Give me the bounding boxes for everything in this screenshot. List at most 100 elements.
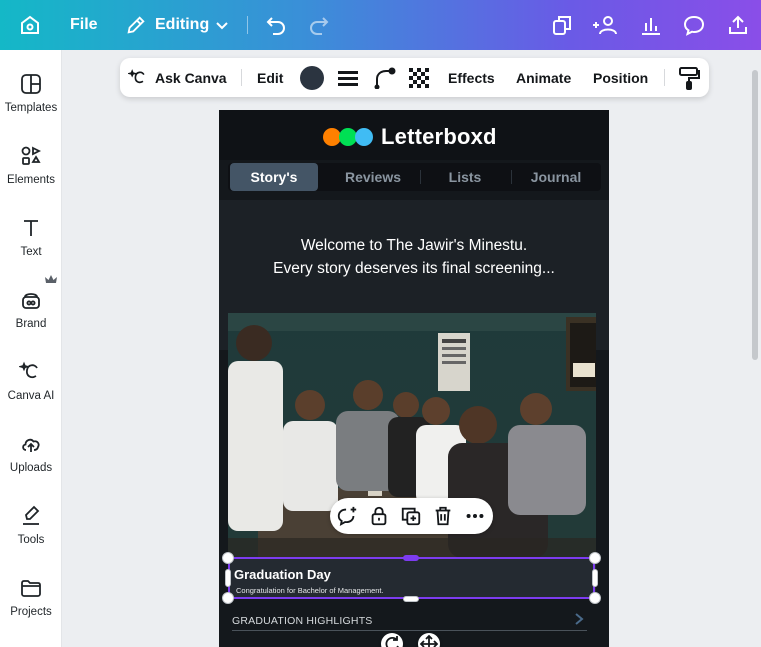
app-header: Letterboxd: [219, 110, 609, 160]
insights-button[interactable]: [639, 0, 663, 50]
welcome-line-2: Every story deserves its final screening…: [273, 260, 555, 277]
brand-name: Letterboxd: [381, 124, 497, 149]
bar-chart-icon: [642, 18, 660, 35]
move-button[interactable]: [418, 633, 440, 647]
resize-handle-bottom[interactable]: [403, 596, 419, 602]
add-comment-icon[interactable]: [336, 505, 358, 527]
text-icon: [24, 220, 38, 236]
lock-icon[interactable]: [368, 505, 390, 527]
effects-button[interactable]: Effects: [448, 58, 495, 97]
sidebar-item-label: Canva AI: [7, 390, 55, 402]
comments-button[interactable]: [682, 0, 706, 50]
canva-ai-icon: [19, 361, 38, 379]
cloud-upload-icon: [22, 438, 40, 452]
move-icon: [419, 634, 439, 647]
curve-icon: [374, 67, 396, 89]
copy-pages-icon: [553, 16, 571, 35]
resize-handle-right[interactable]: [592, 569, 598, 587]
share-button[interactable]: [726, 0, 750, 50]
border-weight-button[interactable]: [338, 58, 358, 97]
resize-handle-left[interactable]: [225, 569, 231, 587]
redo-icon: [310, 17, 329, 35]
trash-icon[interactable]: [432, 505, 454, 527]
home-icon: [21, 15, 39, 34]
chevron-down-icon: [216, 22, 228, 30]
chevron-right-icon[interactable]: [573, 612, 585, 626]
welcome-text: Welcome to The Jawir's Minestu. Every st…: [219, 234, 609, 280]
sidebar: Templates Elements Text Brand Canva AI U…: [0, 50, 62, 647]
sidebar-item-uploads[interactable]: Uploads: [0, 426, 62, 488]
tab-storys[interactable]: Story's: [230, 163, 318, 191]
edit-button[interactable]: Edit: [257, 58, 283, 97]
tab-lists[interactable]: Lists: [420, 163, 510, 191]
duplicate-icon[interactable]: [400, 505, 422, 527]
comment-icon: [683, 15, 705, 36]
add-people-button[interactable]: [592, 0, 620, 50]
position-button[interactable]: Position: [593, 58, 648, 97]
divider: [247, 16, 248, 34]
resize-handle-top-left[interactable]: [222, 552, 234, 564]
transparency-button[interactable]: [409, 58, 429, 97]
letterboxd-logo: Letterboxd: [323, 124, 497, 150]
sidebar-item-label: Tools: [17, 534, 45, 546]
corner-rounding-button[interactable]: [374, 58, 396, 97]
resize-handle-bottom-right[interactable]: [589, 592, 601, 604]
draw-tool-icon: [23, 505, 40, 525]
highlights-heading: GRADUATION HIGHLIGHTS: [232, 615, 373, 627]
text-color-button[interactable]: [300, 58, 324, 97]
sidebar-item-tools[interactable]: Tools: [0, 498, 62, 560]
home-button[interactable]: [18, 0, 42, 50]
top-bar: File Editing: [0, 0, 761, 50]
pencil-icon: [127, 16, 145, 34]
sidebar-item-canva-ai[interactable]: Canva AI: [0, 354, 62, 416]
folder-icon: [21, 580, 41, 597]
resize-handle-bottom-left[interactable]: [222, 592, 234, 604]
sidebar-item-text[interactable]: Text: [0, 210, 62, 272]
sidebar-item-templates[interactable]: Templates: [0, 66, 62, 128]
sidebar-item-label: Projects: [10, 606, 52, 618]
animate-button[interactable]: Animate: [516, 58, 571, 97]
checkerboard-icon: [409, 67, 429, 88]
divider: [232, 630, 587, 631]
context-toolbar: Ask Canva Edit Effects Animate Position: [120, 58, 709, 97]
tab-reviews[interactable]: Reviews: [328, 163, 418, 191]
add-user-icon: [593, 16, 617, 35]
ask-canva-button[interactable]: Ask Canva: [128, 58, 227, 97]
tab-bar: Story's Reviews Lists Journal: [228, 163, 601, 191]
color-swatch: [300, 65, 324, 90]
sidebar-item-elements[interactable]: Elements: [0, 138, 62, 200]
resize-button[interactable]: [550, 0, 574, 50]
editing-menu[interactable]: Editing: [125, 0, 229, 50]
sidebar-item-label: Uploads: [9, 462, 53, 474]
more-options-icon[interactable]: [464, 505, 486, 527]
divider: [241, 69, 242, 86]
undo-button[interactable]: [264, 0, 288, 50]
rotate-icon: [385, 636, 399, 647]
crown-icon: [45, 275, 57, 283]
resize-handle-top[interactable]: [403, 555, 419, 561]
shapes-icon: [21, 146, 42, 165]
copy-style-button[interactable]: [678, 58, 700, 97]
tab-journal[interactable]: Journal: [511, 163, 601, 191]
resize-handle-top-right[interactable]: [589, 552, 601, 564]
logo-dot-blue: [355, 128, 373, 146]
sidebar-item-label: Text: [20, 246, 42, 258]
sidebar-item-label: Templates: [4, 102, 58, 114]
sidebar-item-projects[interactable]: Projects: [0, 570, 62, 632]
welcome-line-1: Welcome to The Jawir's Minestu.: [300, 237, 528, 254]
sidebar-item-label: Brand: [15, 318, 47, 330]
selection-frame[interactable]: [228, 557, 595, 599]
vertical-scrollbar[interactable]: [752, 70, 758, 360]
upload-icon: [729, 15, 747, 34]
editing-label: Editing: [155, 16, 210, 33]
templates-icon: [21, 74, 41, 94]
element-quick-actions: [330, 498, 493, 534]
undo-icon: [266, 17, 285, 35]
sidebar-item-brand[interactable]: Brand: [0, 282, 62, 344]
ask-canva-label: Ask Canva: [155, 69, 227, 86]
paint-roller-icon: [679, 66, 700, 90]
rotate-button[interactable]: [381, 633, 403, 647]
redo-button[interactable]: [307, 0, 331, 50]
brand-kit-icon: [22, 293, 40, 309]
file-menu[interactable]: File: [70, 0, 98, 50]
